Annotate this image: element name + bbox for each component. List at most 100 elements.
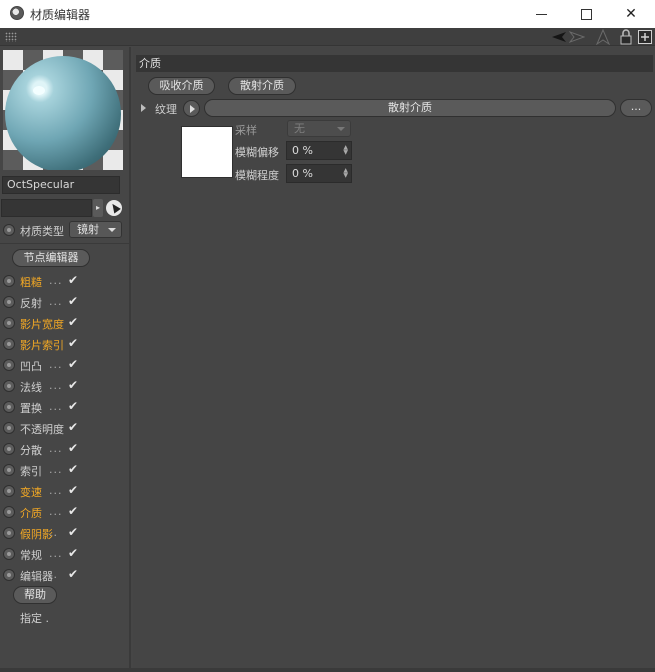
checkmark-icon[interactable]: ✔ [68,336,81,350]
channel-radio[interactable] [3,380,15,392]
channel-radio[interactable] [3,548,15,560]
channel-radio[interactable] [3,422,15,434]
checkmark-icon[interactable]: ✔ [68,399,81,413]
channel-radio[interactable] [3,275,15,287]
blur-amount-field[interactable]: 0 % ▲ ▼ [286,164,352,183]
channel-item[interactable]: 不透明度 ✔ [3,420,127,436]
checkmark-icon[interactable]: ✔ [68,378,81,392]
attributes-panel: 介质 吸收介质 散射介质 纹理 散射介质 ... 采样 无 模糊偏移 0 % ▲… [133,47,655,672]
channel-radio[interactable] [3,443,15,455]
blur-amount-value: 0 % [292,167,313,180]
maximize-button[interactable] [563,0,609,28]
checkmark-icon[interactable]: ✔ [68,315,81,329]
spinner-icon[interactable]: ▲ ▼ [343,145,348,156]
material-preview[interactable] [3,50,123,170]
checkmark-icon[interactable]: ✔ [68,441,81,455]
scatter-medium-button[interactable]: 散射介质 [228,77,296,95]
channel-radio[interactable] [3,338,15,350]
sampling-label: 采样 [235,124,257,137]
checkmark-icon[interactable]: ✔ [68,483,81,497]
checkmark-icon[interactable]: ✔ [68,525,81,539]
link-arrow-button[interactable]: ▸ [93,199,103,217]
grip-handle-icon[interactable] [5,32,17,42]
channel-item[interactable]: 凹凸... ✔ [3,357,127,373]
texture-link-button[interactable]: 散射介质 [204,99,616,117]
preview-sphere [5,56,121,170]
minimize-button[interactable] [518,0,564,28]
node-editor-button[interactable]: 节点编辑器 [12,249,90,267]
channel-radio[interactable] [3,464,15,476]
channel-radio[interactable] [3,296,15,308]
channel-radio[interactable] [3,527,15,539]
window-title: 材质编辑器 [30,8,91,22]
channel-radio[interactable] [3,401,15,413]
blur-amount-label: 模糊程度 [235,169,279,182]
material-type-dropdown[interactable]: 镜射 [69,221,122,238]
material-type-label: 材质类型 [20,225,64,238]
channel-label: 凹凸 [20,360,42,373]
chevron-down-icon [337,127,345,131]
channel-ellipsis: ... [49,463,63,476]
channel-radio[interactable] [3,485,15,497]
toolbar [0,28,655,46]
texture-arrow-button[interactable] [183,100,200,117]
channel-item[interactable]: 索引... ✔ [3,462,127,478]
channel-label: 不透明度 [20,423,64,436]
absorb-medium-button[interactable]: 吸收介质 [148,77,215,95]
channel-ellipsis: ... [49,400,63,413]
close-button[interactable]: ✕ [608,0,654,28]
channel-radio[interactable] [3,569,15,581]
channel-ellipsis: ... [49,505,63,518]
channel-item[interactable]: 变速... ✔ [3,483,127,499]
channel-label: 常规 [20,549,42,562]
checkmark-icon[interactable]: ✔ [68,546,81,560]
channel-label: 影片宽度 [20,318,64,331]
channel-radio[interactable] [3,359,15,371]
expand-triangle-icon[interactable] [141,104,146,112]
link-field[interactable] [1,199,92,217]
channel-item[interactable]: 粗糙... ✔ [3,273,127,289]
new-window-icon[interactable] [637,29,653,45]
channel-item[interactable]: 法线... ✔ [3,378,127,394]
material-type-radio[interactable] [3,224,15,236]
section-header: 介质 [136,55,653,72]
checkmark-icon[interactable]: ✔ [68,462,81,476]
blur-offset-value: 0 % [292,144,313,157]
channel-ellipsis: ... [49,358,63,371]
checkmark-icon[interactable]: ✔ [68,420,81,434]
blur-offset-label: 模糊偏移 [235,146,279,159]
checkmark-icon[interactable]: ✔ [68,504,81,518]
channel-item[interactable]: 常规... ✔ [3,546,127,562]
channel-item[interactable]: 假阴影.. ✔ [3,525,127,541]
minimize-icon [535,13,547,15]
sampling-value: 无 [294,122,305,135]
blur-offset-field[interactable]: 0 % ▲ ▼ [286,141,352,160]
channel-item[interactable]: 影片索引 ✔ [3,336,127,352]
checkmark-icon[interactable]: ✔ [68,567,81,581]
channel-radio[interactable] [3,317,15,329]
channel-item[interactable]: 影片宽度 ✔ [3,315,127,331]
forward-arrow-icon[interactable] [569,29,585,45]
checkmark-icon[interactable]: ✔ [68,357,81,371]
checkmark-icon[interactable]: ✔ [68,273,81,287]
title-bar: 材质编辑器 ✕ [0,0,655,28]
channel-item[interactable]: 分散... ✔ [3,441,127,457]
channel-item[interactable]: 置换... ✔ [3,399,127,415]
channel-ellipsis: ... [49,484,63,497]
channel-item[interactable]: 编辑器.. ✔ [3,567,127,583]
pick-cursor-icon[interactable] [106,200,122,216]
material-name-field[interactable]: OctSpecular [2,176,120,194]
channel-label: 反射 [20,297,42,310]
lock-icon[interactable] [618,29,634,45]
more-options-button[interactable]: ... [620,99,652,117]
checkmark-icon[interactable]: ✔ [68,294,81,308]
sampling-dropdown: 无 [287,120,351,137]
help-button[interactable]: 帮助 [13,586,57,604]
channel-radio[interactable] [3,506,15,518]
assign-tab[interactable]: 指定 . [20,610,49,626]
back-arrow-icon[interactable] [551,29,567,45]
up-arrow-icon[interactable] [595,29,611,45]
spinner-icon[interactable]: ▲ ▼ [343,168,348,179]
channel-item[interactable]: 介质... ✔ [3,504,127,520]
channel-item[interactable]: 反射... ✔ [3,294,127,310]
